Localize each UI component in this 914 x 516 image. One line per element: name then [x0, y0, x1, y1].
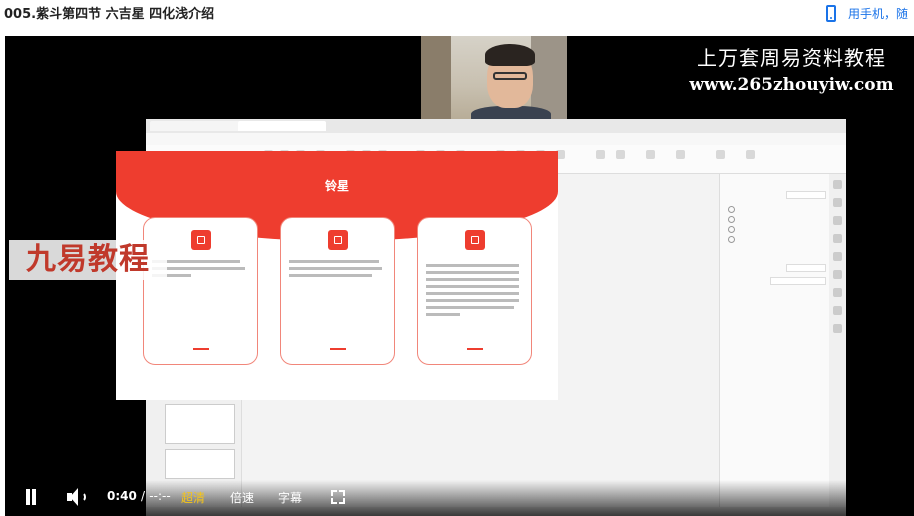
mobile-link-label: 用手机，随	[848, 6, 909, 21]
right-toolbar	[829, 174, 846, 516]
player-controls: 0:40 / --:-- 超清 倍速 字幕	[5, 480, 914, 516]
pause-icon[interactable]	[24, 489, 38, 505]
card-2-icon	[328, 230, 348, 250]
time-display: 0:40 / --:--	[107, 489, 171, 503]
card-3-icon	[465, 230, 485, 250]
volume-icon[interactable]	[67, 488, 87, 506]
speed-button[interactable]: 倍速	[230, 489, 254, 506]
watermark-line2: www.265zhouyiw.com	[689, 75, 894, 95]
fullscreen-icon[interactable]	[331, 490, 345, 504]
top-bar: 005.紫斗第四节 六吉星 四化浅介绍 用手机，随	[0, 0, 914, 24]
current-slide: 铃星	[116, 151, 558, 400]
duration: --:--	[149, 489, 171, 503]
properties-panel	[719, 174, 830, 516]
app-tab-strip	[146, 119, 846, 133]
watermark: 上万套周易资料教程 www.265zhouyiw.com	[669, 42, 914, 95]
slide-card-2	[280, 217, 395, 365]
time-separator: /	[141, 489, 146, 503]
webcam-feed	[421, 36, 567, 119]
slide-card-3	[417, 217, 532, 365]
watermark-line1: 上万套周易资料教程	[697, 46, 886, 70]
card-1-icon	[191, 230, 211, 250]
slide-title: 铃星	[324, 179, 349, 193]
channel-logo: 九易教程	[9, 240, 167, 280]
quality-button[interactable]: 超清	[181, 489, 205, 506]
current-time: 0:40	[107, 489, 137, 503]
logo-text: 九易教程	[26, 242, 150, 277]
video-player[interactable]: 上万套周易资料教程 www.265zhouyiw.com 铃星 九易教程 0:4…	[5, 36, 914, 516]
page-title: 005.紫斗第四节 六吉星 四化浅介绍	[4, 7, 215, 22]
subtitles-button[interactable]: 字幕	[278, 489, 302, 506]
mobile-view-link[interactable]: 用手机，随	[826, 2, 914, 24]
app-menu-bar	[146, 133, 846, 145]
phone-icon	[826, 4, 836, 22]
